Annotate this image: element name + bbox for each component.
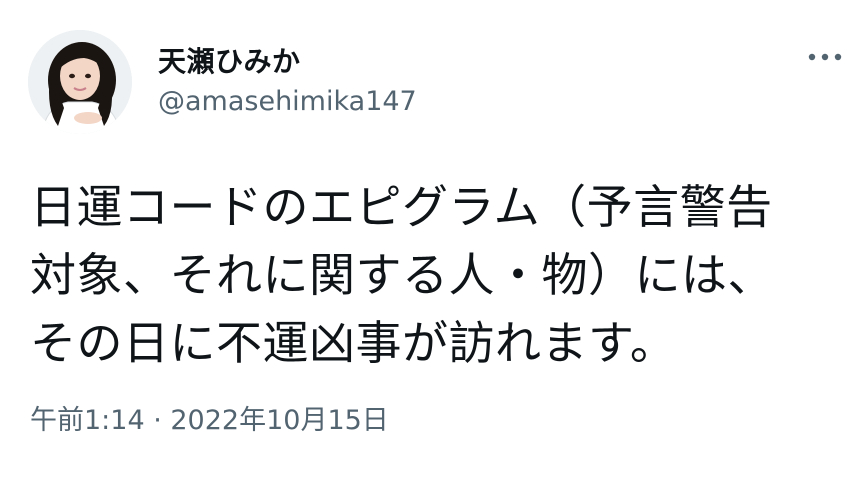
user-handle[interactable]: @amasehimika147 — [158, 86, 417, 117]
avatar[interactable] — [28, 30, 132, 134]
tweet-text: 日運コードのエピグラム（予言警告 対象、それに関する人・物）には、 その日に不運… — [30, 180, 774, 370]
more-horizontal-icon — [808, 53, 842, 61]
more-options-button[interactable] — [800, 40, 850, 74]
profile-photo-icon — [28, 30, 132, 134]
user-display-name[interactable]: 天瀬ひみか — [158, 40, 301, 80]
tweet-timestamp[interactable]: 午前1:14 · 2022年10月15日 — [30, 398, 389, 437]
tweet-card: 天瀬ひみか @amasehimika147 日運コードのエピグラム（予言警告 対… — [0, 0, 864, 480]
